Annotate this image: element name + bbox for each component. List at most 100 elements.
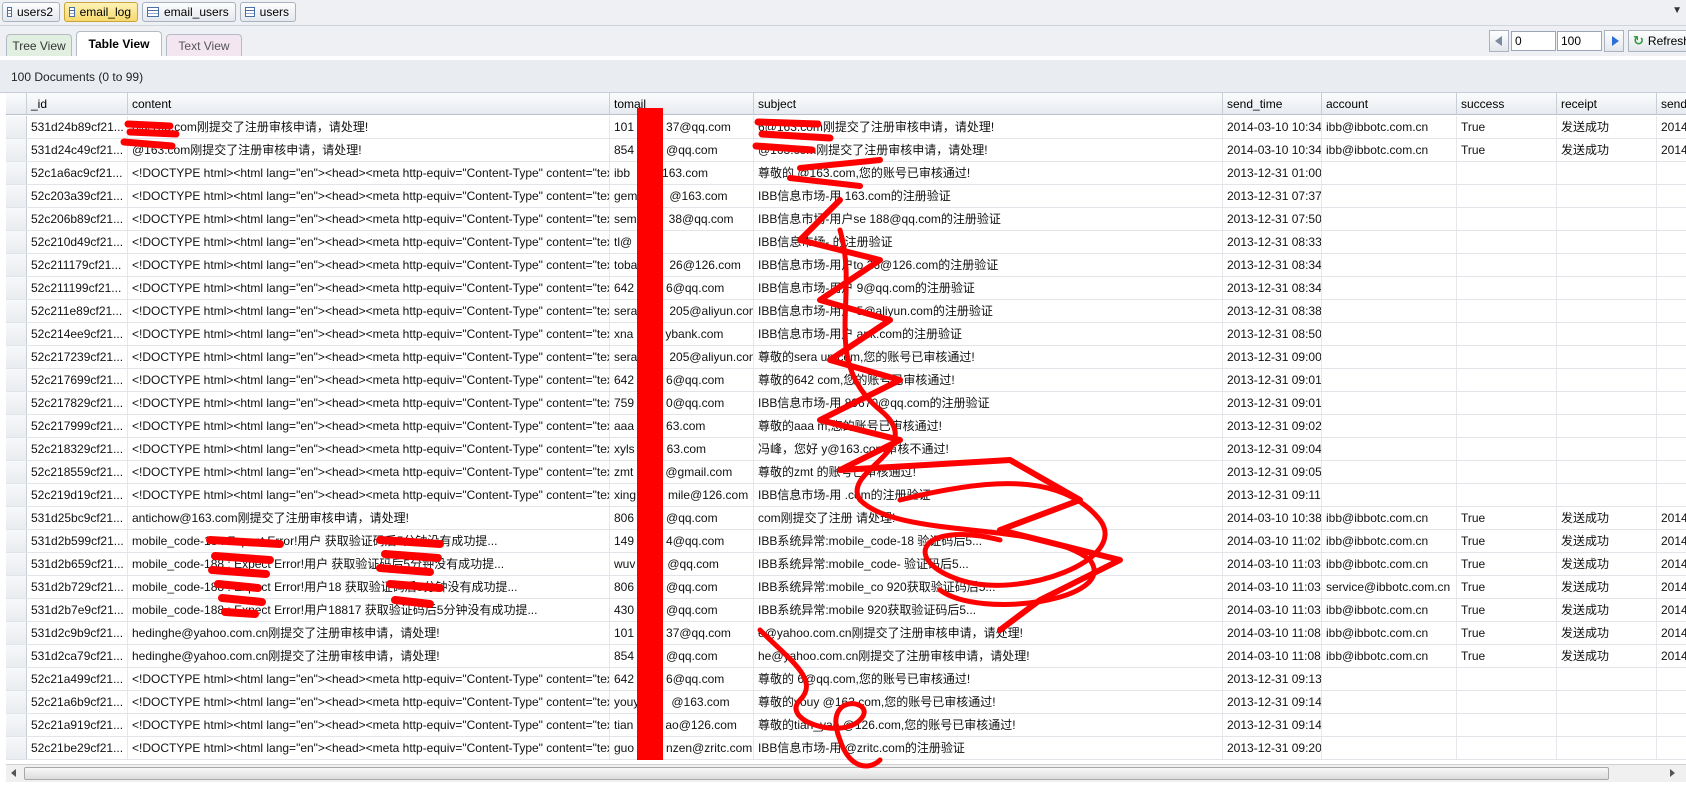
cell-send-date[interactable]: 2014: [1657, 530, 1686, 552]
cell-send-time[interactable]: 2013-12-31 09:05: [1223, 461, 1322, 483]
cell-subject[interactable]: e@yahoo.com.cn刚提交了注册审核申请，请处理!: [754, 622, 1223, 644]
cell-send-time[interactable]: 2013-12-31 08:38: [1223, 300, 1322, 322]
cell-account[interactable]: ibb@ibbotc.com.cn: [1322, 116, 1457, 138]
cell-id[interactable]: 531d2ca79cf21...: [27, 645, 128, 667]
cell-subject[interactable]: 冯峰，您好 y@163.com审核不通过!: [754, 438, 1223, 460]
table-row[interactable]: 52c217699cf21... <!DOCTYPE html><html lan…: [6, 369, 1686, 392]
cell-receipt[interactable]: [1557, 208, 1657, 230]
scroll-thumb[interactable]: [24, 767, 1609, 780]
cell-account[interactable]: [1322, 415, 1457, 437]
cell-content[interactable]: @163.com刚提交了注册审核申请，请处理!: [128, 139, 610, 161]
cell-success[interactable]: True: [1457, 622, 1557, 644]
cell-success[interactable]: [1457, 323, 1557, 345]
cell-account[interactable]: [1322, 714, 1457, 736]
cell-subject[interactable]: IBB信息市场-用户 9@qq.com的注册验证: [754, 277, 1223, 299]
cell-account[interactable]: [1322, 461, 1457, 483]
cell-content[interactable]: antichow@163.com刚提交了注册审核申请，请处理!: [128, 507, 610, 529]
table-row[interactable]: 531d24c49cf21... @163.com刚提交了注册审核申请，请处理! 8…: [6, 139, 1686, 162]
cell-send-time[interactable]: 2013-12-31 09:01: [1223, 369, 1322, 391]
cell-subject[interactable]: 尊敬的zmt 的账号已审核通过!: [754, 461, 1223, 483]
cell-success[interactable]: True: [1457, 553, 1557, 575]
row-selector[interactable]: [6, 530, 27, 552]
row-selector[interactable]: [6, 645, 27, 667]
cell-send-time[interactable]: 2014-03-10 10:38: [1223, 507, 1322, 529]
table-row[interactable]: 52c21be29cf21... <!DOCTYPE html><html lan…: [6, 737, 1686, 760]
results-table[interactable]: _id content tomail subject send_time account s…: [6, 93, 1686, 764]
row-selector[interactable]: [6, 231, 27, 253]
cell-receipt[interactable]: [1557, 162, 1657, 184]
collection-tab-email-users[interactable]: email_users: [142, 2, 236, 22]
column-header-subject[interactable]: subject: [754, 93, 1223, 115]
cell-tomail[interactable]: xing mile@126.com: [610, 484, 754, 506]
cell-id[interactable]: 52c21a919cf21...: [27, 714, 128, 736]
cell-send-date[interactable]: [1657, 415, 1686, 437]
cell-account[interactable]: [1322, 691, 1457, 713]
cell-send-time[interactable]: 2013-12-31 09:20: [1223, 737, 1322, 759]
cell-subject[interactable]: IBB信息市场-用 .com的注册验证: [754, 484, 1223, 506]
cell-subject[interactable]: IBB系统异常:mobile 920获取验证码后5...: [754, 599, 1223, 621]
cell-receipt[interactable]: [1557, 185, 1657, 207]
cell-id[interactable]: 52c218559cf21...: [27, 461, 128, 483]
cell-subject[interactable]: com刚提交了注册 请处理!: [754, 507, 1223, 529]
cell-id[interactable]: 531d2b7e9cf21...: [27, 599, 128, 621]
cell-receipt[interactable]: [1557, 415, 1657, 437]
table-row[interactable]: 531d25bc9cf21... antichow@163.com刚提交了注册审核…: [6, 507, 1686, 530]
cell-receipt[interactable]: [1557, 737, 1657, 759]
cell-send-date[interactable]: [1657, 185, 1686, 207]
cell-success[interactable]: [1457, 208, 1557, 230]
cell-account[interactable]: [1322, 346, 1457, 368]
cell-receipt[interactable]: [1557, 277, 1657, 299]
cell-id[interactable]: 52c217239cf21...: [27, 346, 128, 368]
cell-id[interactable]: 52c210d49cf21...: [27, 231, 128, 253]
cell-receipt[interactable]: [1557, 484, 1657, 506]
tab-tree-view[interactable]: Tree View: [6, 34, 72, 56]
cell-send-time[interactable]: 2014-03-10 11:08: [1223, 645, 1322, 667]
cell-account[interactable]: ibb@ibbotc.com.cn: [1322, 622, 1457, 644]
cell-receipt[interactable]: 发送成功: [1557, 599, 1657, 621]
cell-receipt[interactable]: [1557, 438, 1657, 460]
cell-id[interactable]: 531d2c9b9cf21...: [27, 622, 128, 644]
table-row[interactable]: 52c211e89cf21... <!DOCTYPE html><html lan…: [6, 300, 1686, 323]
table-row[interactable]: 52c206b89cf21... <!DOCTYPE html><html lan…: [6, 208, 1686, 231]
cell-send-time[interactable]: 2013-12-31 09:00: [1223, 346, 1322, 368]
cell-send-date[interactable]: [1657, 484, 1686, 506]
cell-id[interactable]: 531d24c49cf21...: [27, 139, 128, 161]
cell-success[interactable]: [1457, 714, 1557, 736]
row-selector[interactable]: [6, 737, 27, 759]
cell-id[interactable]: 52c1a6ac9cf21...: [27, 162, 128, 184]
cell-send-time[interactable]: 2014-03-10 10:34: [1223, 116, 1322, 138]
cell-tomail[interactable]: 642 6@qq.com: [610, 668, 754, 690]
row-selector[interactable]: [6, 162, 27, 184]
cell-content[interactable]: <!DOCTYPE html><html lang="en"><head><me…: [128, 231, 610, 253]
cell-receipt[interactable]: 发送成功: [1557, 576, 1657, 598]
cell-content[interactable]: <!DOCTYPE html><html lang="en"><head><me…: [128, 668, 610, 690]
table-row[interactable]: 52c211199cf21... <!DOCTYPE html><html lan…: [6, 277, 1686, 300]
cell-send-date[interactable]: [1657, 162, 1686, 184]
cell-id[interactable]: 52c217999cf21...: [27, 415, 128, 437]
cell-receipt[interactable]: [1557, 369, 1657, 391]
cell-subject[interactable]: 尊敬的tian_yao @126.com,您的账号已审核通过!: [754, 714, 1223, 736]
cell-send-time[interactable]: 2014-03-10 10:34: [1223, 139, 1322, 161]
cell-content[interactable]: <!DOCTYPE html><html lang="en"><head><me…: [128, 277, 610, 299]
cell-success[interactable]: [1457, 185, 1557, 207]
row-selector[interactable]: [6, 576, 27, 598]
cell-subject[interactable]: IBB信息市场-用户 ank.com的注册验证: [754, 323, 1223, 345]
cell-send-time[interactable]: 2014-03-10 11:08: [1223, 622, 1322, 644]
cell-success[interactable]: [1457, 277, 1557, 299]
cell-tomail[interactable]: xna ybank.com: [610, 323, 754, 345]
cell-id[interactable]: 52c217699cf21...: [27, 369, 128, 391]
table-row[interactable]: 52c1a6ac9cf21... <!DOCTYPE html><html lan…: [6, 162, 1686, 185]
cell-success[interactable]: [1457, 346, 1557, 368]
cell-send-date[interactable]: 2014: [1657, 116, 1686, 138]
cell-account[interactable]: [1322, 737, 1457, 759]
cell-receipt[interactable]: [1557, 300, 1657, 322]
cell-tomail[interactable]: 806 @qq.com: [610, 507, 754, 529]
skip-input[interactable]: [1511, 31, 1556, 51]
cell-tomail[interactable]: xyls 63.com: [610, 438, 754, 460]
cell-account[interactable]: ibb@ibbotc.com.cn: [1322, 599, 1457, 621]
row-selector[interactable]: [6, 300, 27, 322]
table-row[interactable]: 531d2b659cf21... mobile_code-188 : Expect…: [6, 553, 1686, 576]
cell-id[interactable]: 52c206b89cf21...: [27, 208, 128, 230]
cell-tomail[interactable]: 101 37@qq.com: [610, 116, 754, 138]
cell-send-time[interactable]: 2013-12-31 09:04: [1223, 438, 1322, 460]
